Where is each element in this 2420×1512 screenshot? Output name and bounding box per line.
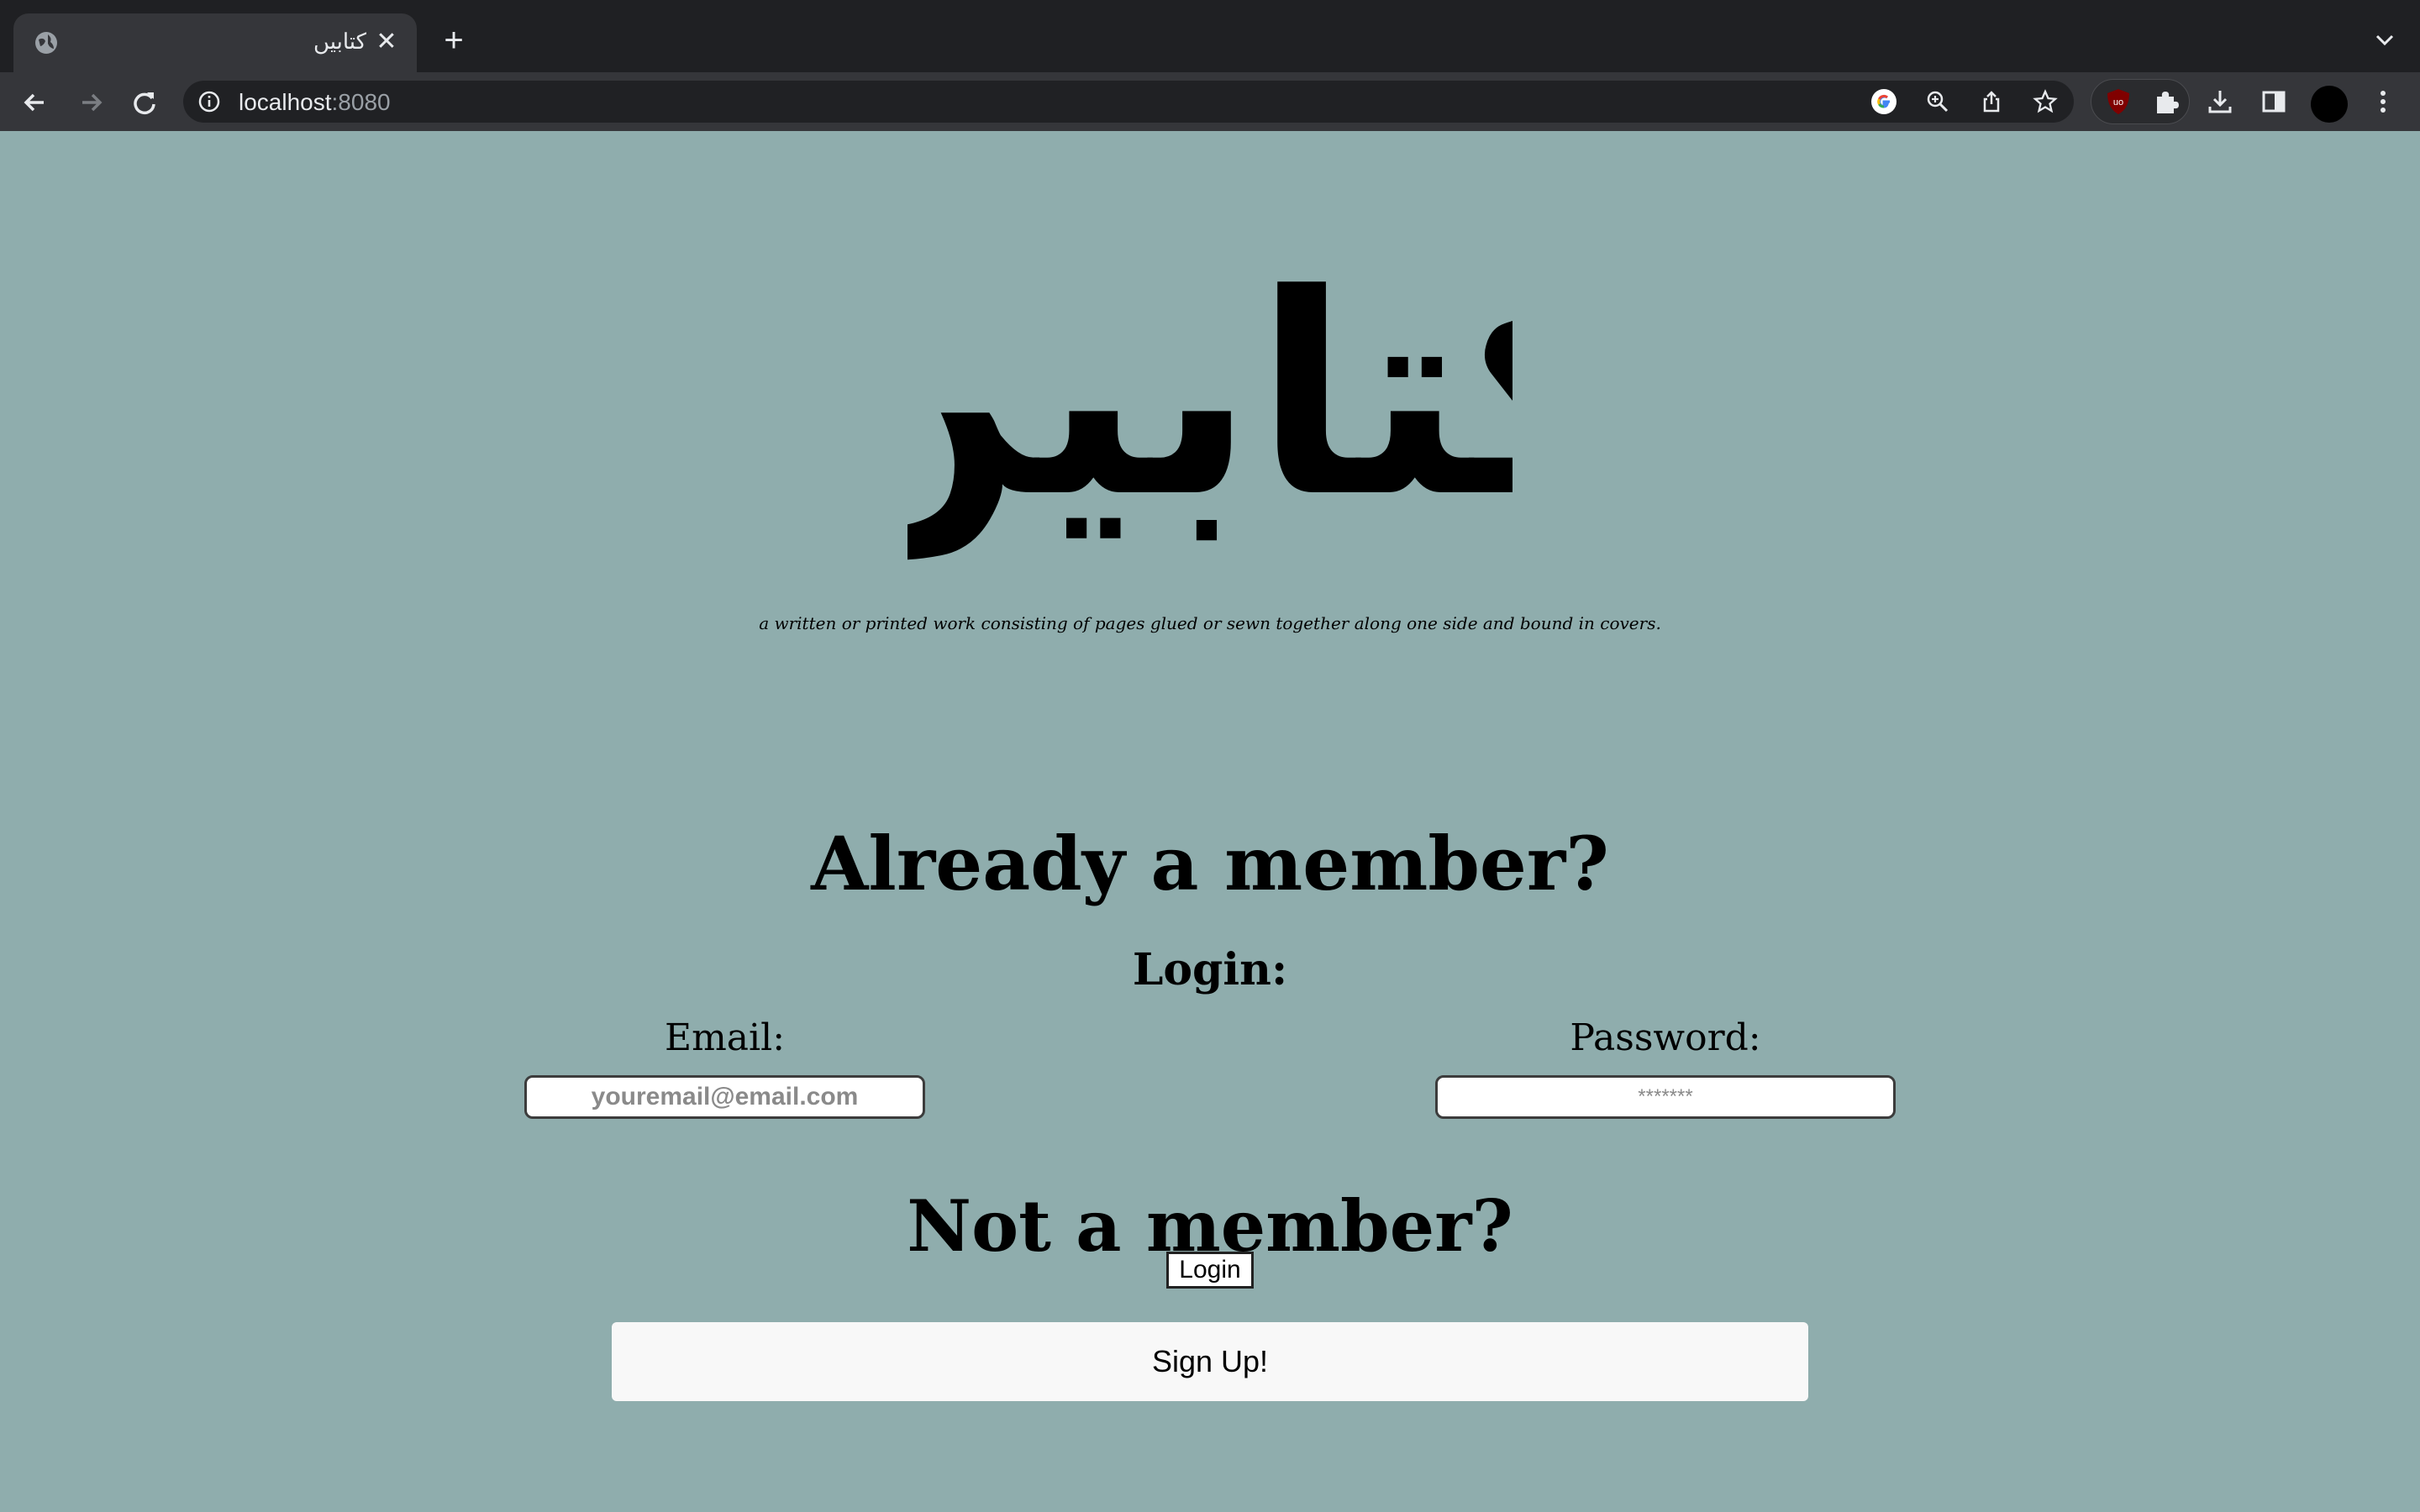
password-label: Password: — [1570, 1016, 1761, 1059]
already-member-heading: Already a member? — [811, 820, 1609, 907]
reload-icon[interactable] — [126, 84, 163, 121]
browser-toolbar: localhost:8080 uo — [0, 72, 2420, 131]
tagline: a written or printed work consisting of … — [759, 613, 1661, 633]
globe-icon — [35, 32, 57, 54]
share-icon[interactable] — [1978, 88, 2005, 115]
page-content: کتابیں a written or printed work consist… — [0, 131, 2420, 1512]
logo: کتابیں — [787, 181, 1636, 593]
google-icon[interactable] — [1870, 88, 1897, 115]
url-text: localhost:8080 — [239, 89, 391, 115]
extensions-tray: uo — [2091, 79, 2190, 124]
password-field[interactable] — [1435, 1075, 1896, 1119]
sidepanel-icon[interactable] — [2259, 87, 2289, 117]
plus-icon[interactable]: + — [437, 24, 471, 57]
download-icon[interactable] — [2205, 87, 2235, 117]
zoom-icon[interactable] — [1924, 88, 1951, 115]
login-heading: Login: — [1132, 944, 1288, 995]
chevron-down-icon[interactable] — [2370, 25, 2400, 55]
star-icon[interactable] — [2032, 88, 2059, 115]
puzzle-icon[interactable] — [2150, 87, 2181, 117]
kebab-menu-icon[interactable] — [2368, 87, 2398, 117]
forward-icon[interactable] — [72, 84, 109, 121]
active-tab[interactable]: کتابیں ✕ — [13, 13, 417, 72]
ublock-icon[interactable]: uo — [2103, 87, 2133, 117]
email-field[interactable] — [524, 1075, 925, 1119]
email-label: Email: — [664, 1016, 786, 1059]
svg-text:uo: uo — [2113, 97, 2123, 108]
tab-strip: کتابیں ✕ + — [0, 0, 2420, 72]
urdu-logo-calligraphy: کتابیں — [787, 235, 1636, 562]
back-icon[interactable] — [17, 84, 54, 121]
signup-button[interactable]: Sign Up! — [612, 1322, 1808, 1401]
not-member-heading: Not a member? — [907, 1184, 1513, 1268]
address-bar[interactable]: localhost:8080 — [183, 81, 2074, 123]
svg-text:کتابیں: کتابیں — [908, 235, 1512, 562]
close-icon[interactable]: ✕ — [371, 27, 402, 57]
info-icon[interactable] — [198, 91, 220, 113]
avatar[interactable] — [2311, 86, 2348, 123]
tab-title: کتابیں — [313, 29, 366, 54]
